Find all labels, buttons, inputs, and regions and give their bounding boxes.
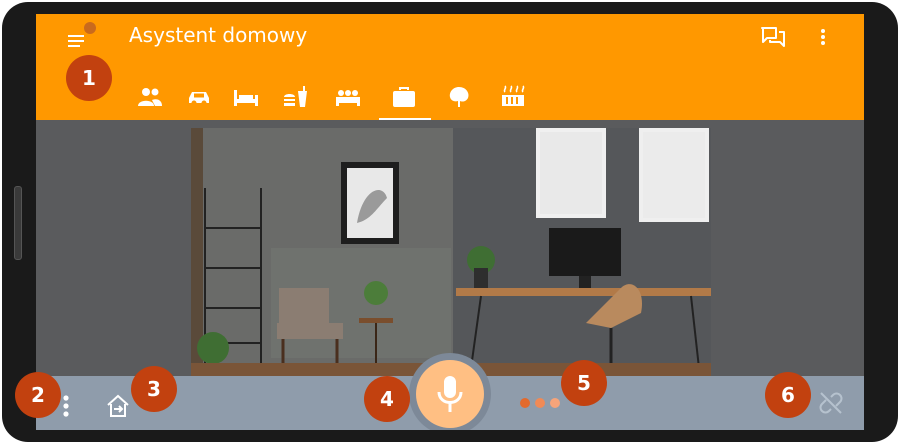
heater-icon	[502, 85, 525, 106]
badge-2: 2	[15, 372, 61, 418]
loading-dots	[520, 398, 560, 410]
tab-heater[interactable]	[495, 76, 531, 118]
badge-4: 4	[364, 376, 410, 422]
active-tab-indicator	[379, 118, 431, 120]
notification-dot	[84, 22, 96, 34]
badge-6: 6	[765, 372, 811, 418]
more-vert-icon[interactable]	[60, 390, 72, 422]
tab-food[interactable]	[277, 76, 313, 118]
badge-5: 5	[561, 360, 607, 406]
hotel-icon	[336, 90, 360, 106]
tab-briefcase[interactable]	[386, 76, 422, 118]
mic-icon	[437, 376, 463, 412]
tab-people[interactable]	[132, 76, 168, 118]
more-vert-icon[interactable]	[816, 22, 830, 52]
briefcase-icon	[393, 87, 415, 107]
side-button	[14, 186, 22, 260]
fastfood-icon	[284, 86, 307, 107]
badge-3: 3	[131, 366, 177, 412]
tab-car[interactable]	[181, 76, 217, 118]
bed-icon	[234, 90, 258, 106]
room-photo	[191, 128, 711, 378]
people-icon	[138, 88, 162, 106]
dot	[520, 398, 530, 408]
car-icon	[189, 92, 209, 106]
unlink-icon[interactable]	[816, 388, 846, 418]
device-frame: Asystent domowy 1 2 3 4 5 6	[0, 0, 900, 443]
chat-icon[interactable]	[758, 22, 788, 52]
app-title: Asystent domowy	[129, 23, 308, 47]
badge-1: 1	[66, 55, 112, 101]
tree-icon	[449, 87, 469, 107]
home-exit-icon[interactable]	[104, 392, 132, 420]
dot	[550, 398, 560, 408]
tab-hotel[interactable]	[330, 76, 366, 118]
dot	[535, 398, 545, 408]
app-bar: Asystent domowy	[36, 14, 864, 120]
tab-tree[interactable]	[441, 76, 477, 118]
mic-button[interactable]	[416, 360, 484, 428]
tab-bed[interactable]	[228, 76, 264, 118]
